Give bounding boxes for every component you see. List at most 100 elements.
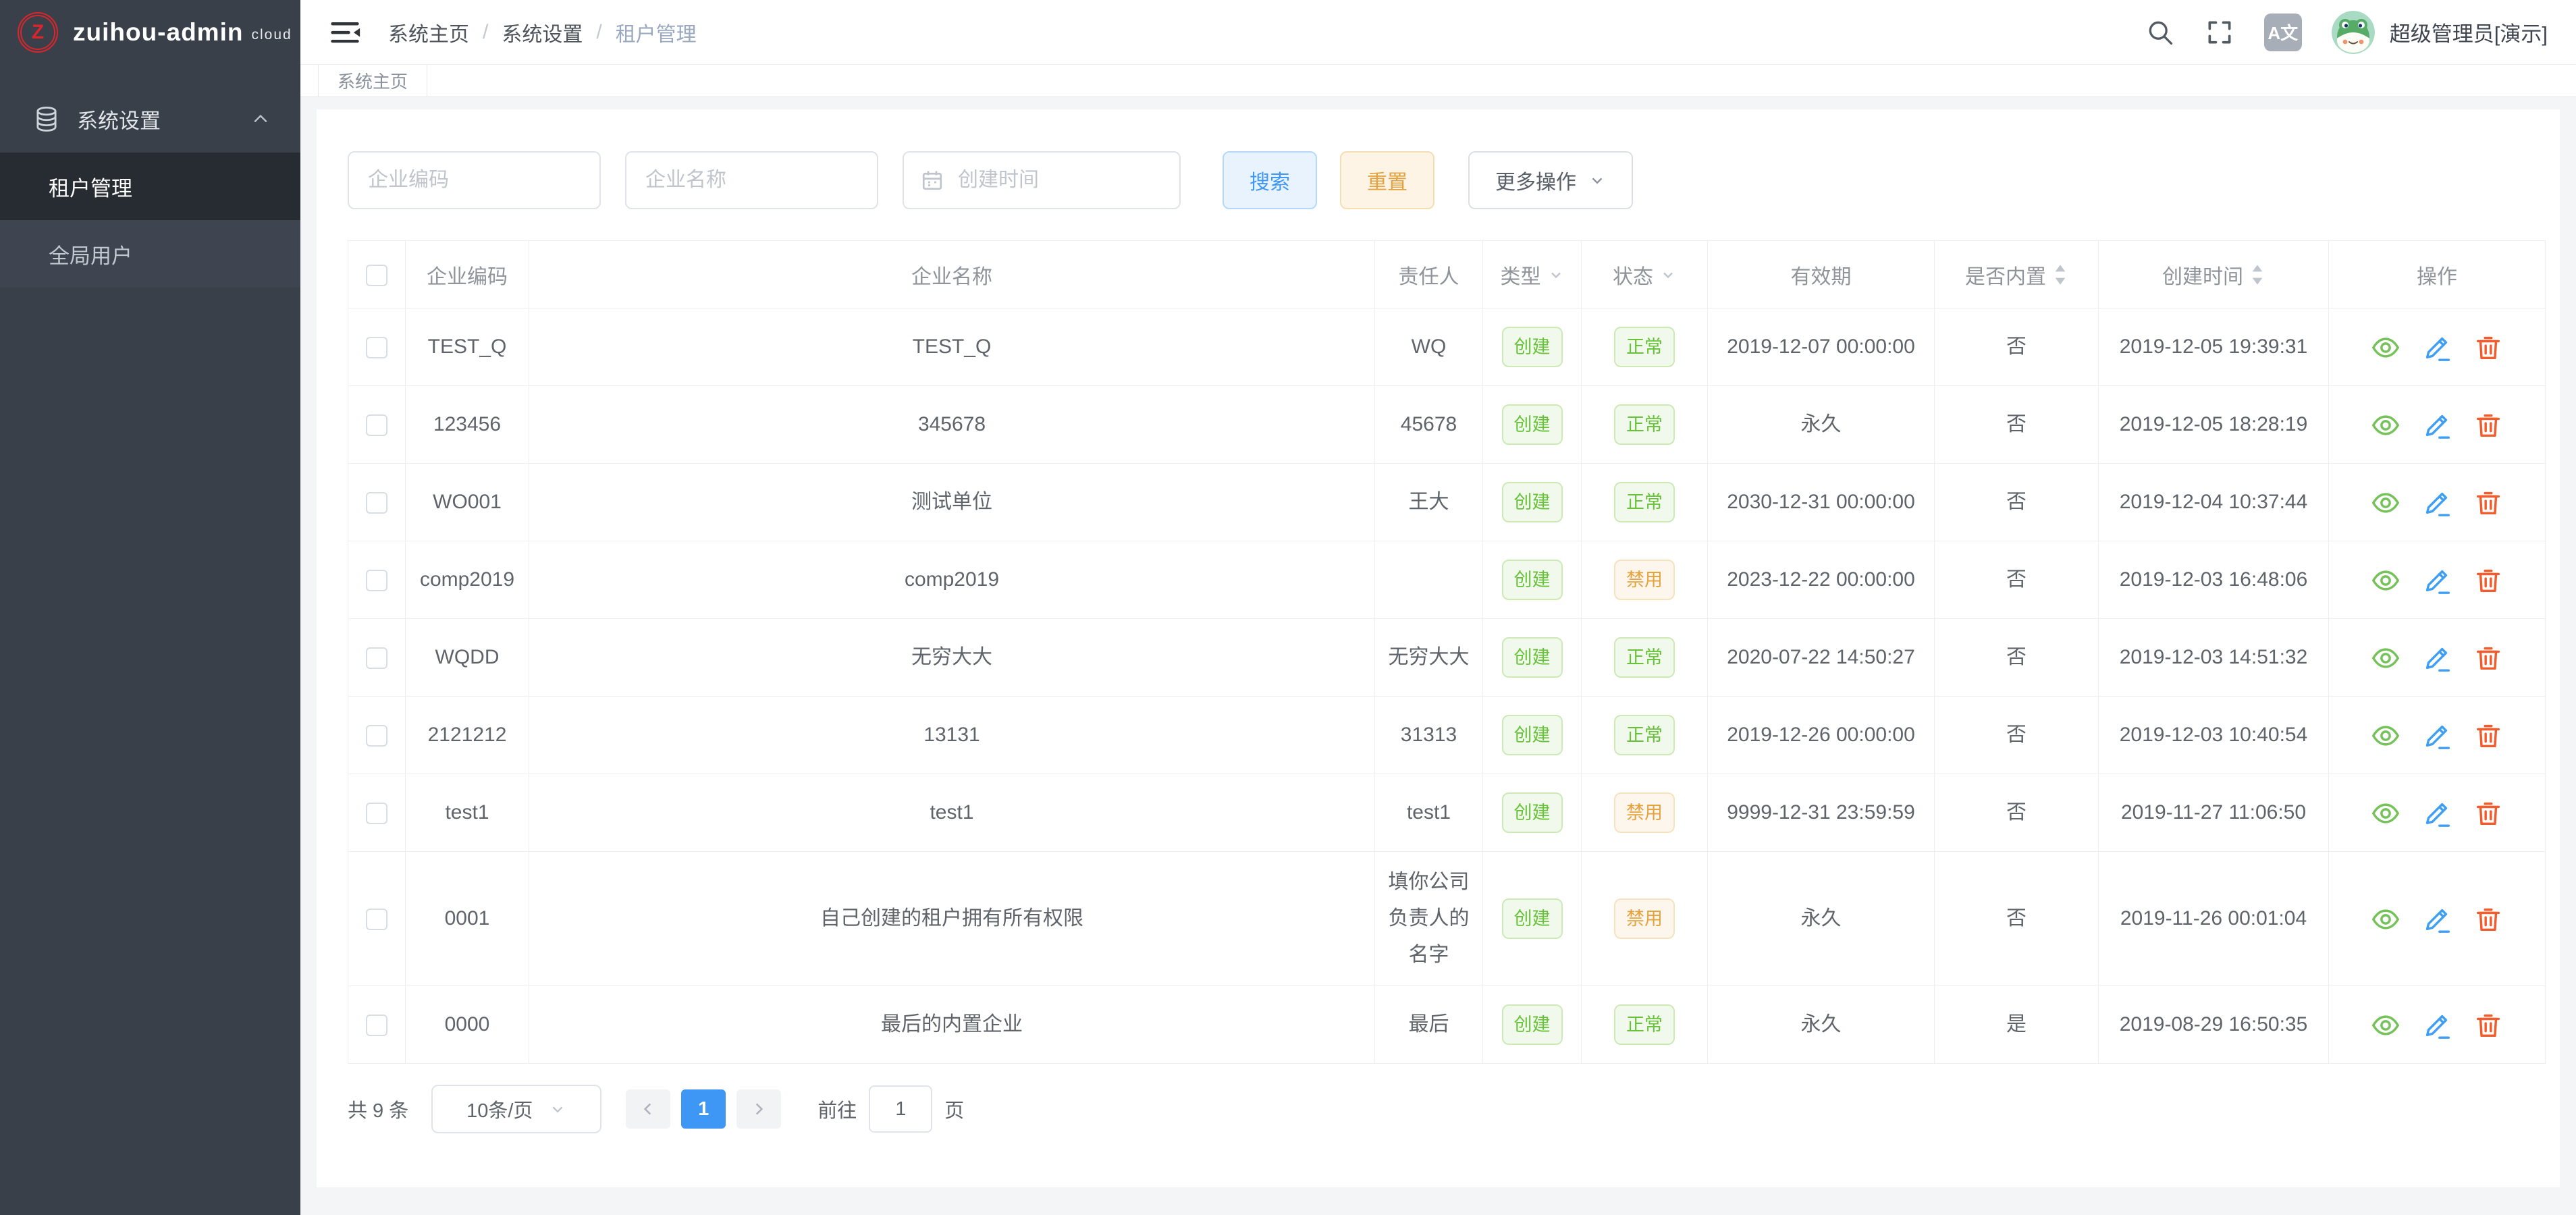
fullscreen-icon[interactable] — [2205, 18, 2234, 47]
cell-owner: 最后 — [1375, 986, 1483, 1064]
view-icon[interactable] — [2370, 487, 2401, 518]
prev-page-button[interactable] — [626, 1089, 670, 1129]
row-checkbox[interactable] — [366, 909, 387, 930]
goto-page-input[interactable] — [869, 1085, 932, 1133]
row-checkbox[interactable] — [366, 803, 387, 824]
page-number-active[interactable]: 1 — [681, 1089, 726, 1129]
reset-button[interactable]: 重置 — [1340, 151, 1434, 209]
delete-icon[interactable] — [2473, 904, 2504, 935]
sidebar-item-global-users[interactable]: 全局用户 — [0, 220, 300, 288]
cell-builtin: 否 — [1935, 697, 2099, 774]
col-select — [348, 241, 406, 308]
status-badge: 正常 — [1614, 637, 1675, 678]
cell-company-code: 2121212 — [406, 697, 529, 774]
view-icon[interactable] — [2370, 798, 2401, 829]
cell-status: 正常 — [1582, 464, 1708, 541]
cell-actions — [2329, 308, 2546, 386]
edit-icon[interactable] — [2421, 720, 2452, 751]
main-area: 系统主页 / 系统设置 / 租户管理 A文 — [300, 0, 2576, 1215]
cell-status: 正常 — [1582, 697, 1708, 774]
col-actions: 操作 — [2329, 241, 2546, 308]
tab-system-home[interactable]: 系统主页 — [318, 65, 427, 97]
row-checkbox[interactable] — [366, 337, 387, 358]
create-time-input[interactable] — [958, 169, 1147, 192]
edit-icon[interactable] — [2421, 643, 2452, 674]
edit-icon[interactable] — [2421, 565, 2452, 596]
status-badge: 正常 — [1614, 1004, 1675, 1045]
more-actions-button[interactable]: 更多操作 — [1468, 151, 1633, 209]
sort-icon[interactable] — [2250, 263, 2265, 286]
cell-type: 创建 — [1483, 986, 1582, 1064]
select-all-checkbox[interactable] — [366, 265, 387, 286]
table-row: comp2019comp2019创建禁用2023-12-22 00:00:00否… — [348, 541, 2546, 619]
status-badge: 正常 — [1614, 404, 1675, 445]
row-checkbox[interactable] — [366, 647, 387, 669]
col-type[interactable]: 类型 — [1483, 241, 1582, 308]
sidebar-item-tenant-management[interactable]: 租户管理 — [0, 153, 300, 220]
type-badge: 创建 — [1502, 1004, 1563, 1045]
app-title: zuihou-admin — [73, 18, 243, 47]
delete-icon[interactable] — [2473, 487, 2504, 518]
edit-icon[interactable] — [2421, 904, 2452, 935]
edit-icon[interactable] — [2421, 798, 2452, 829]
row-checkbox[interactable] — [366, 1015, 387, 1036]
row-select-cell — [348, 464, 406, 541]
view-icon[interactable] — [2370, 332, 2401, 363]
breadcrumb-home[interactable]: 系统主页 — [388, 18, 469, 47]
sort-icon[interactable] — [2053, 263, 2068, 286]
avatar[interactable] — [2332, 11, 2375, 54]
breadcrumb-settings[interactable]: 系统设置 — [502, 18, 583, 47]
filter-icon[interactable] — [1660, 267, 1676, 283]
view-icon[interactable] — [2370, 720, 2401, 751]
col-builtin[interactable]: 是否内置 — [1935, 241, 2099, 308]
status-badge: 正常 — [1614, 482, 1675, 522]
search-icon[interactable] — [2145, 18, 2175, 47]
row-checkbox[interactable] — [366, 414, 387, 436]
row-checkbox[interactable] — [366, 570, 387, 591]
delete-icon[interactable] — [2473, 720, 2504, 751]
topbar-actions: A文 超级管理员[演示] — [2116, 11, 2548, 54]
cell-company-name: 测试单位 — [529, 464, 1375, 541]
delete-icon[interactable] — [2473, 643, 2504, 674]
sidebar-menu: 系统设置 租户管理 全局用户 — [0, 85, 300, 288]
filter-icon[interactable] — [1548, 267, 1564, 283]
company-name-input[interactable] — [625, 151, 878, 209]
cell-actions — [2329, 464, 2546, 541]
view-icon[interactable] — [2370, 410, 2401, 441]
view-icon[interactable] — [2370, 1010, 2401, 1041]
sidebar-group-settings[interactable]: 系统设置 — [0, 85, 300, 153]
filter-bar: 搜索 重置 更多操作 — [348, 151, 2529, 209]
edit-icon[interactable] — [2421, 332, 2452, 363]
delete-icon[interactable] — [2473, 332, 2504, 363]
current-user-name[interactable]: 超级管理员[演示] — [2390, 17, 2548, 47]
cell-created: 2019-12-04 10:37:44 — [2099, 464, 2329, 541]
cell-owner: 45678 — [1375, 386, 1483, 464]
table-row: WO001测试单位王大创建正常2030-12-31 00:00:00否2019-… — [348, 464, 2546, 541]
cell-type: 创建 — [1483, 386, 1582, 464]
col-company-code: 企业编码 — [406, 241, 529, 308]
view-icon[interactable] — [2370, 643, 2401, 674]
col-created[interactable]: 创建时间 — [2099, 241, 2329, 308]
language-switch-icon[interactable]: A文 — [2264, 14, 2302, 51]
status-badge: 正常 — [1614, 327, 1675, 367]
search-button[interactable]: 搜索 — [1223, 151, 1317, 209]
chevron-up-icon — [250, 109, 271, 129]
row-checkbox[interactable] — [366, 492, 387, 514]
delete-icon[interactable] — [2473, 1010, 2504, 1041]
edit-icon[interactable] — [2421, 487, 2452, 518]
delete-icon[interactable] — [2473, 410, 2504, 441]
row-checkbox[interactable] — [366, 725, 387, 747]
create-time-picker[interactable] — [903, 151, 1181, 209]
next-page-button[interactable] — [736, 1089, 781, 1129]
edit-icon[interactable] — [2421, 1010, 2452, 1041]
view-icon[interactable] — [2370, 904, 2401, 935]
page-size-select[interactable]: 10条/页 — [431, 1085, 601, 1133]
view-icon[interactable] — [2370, 565, 2401, 596]
col-status[interactable]: 状态 — [1582, 241, 1708, 308]
delete-icon[interactable] — [2473, 798, 2504, 829]
company-code-input[interactable] — [348, 151, 601, 209]
delete-icon[interactable] — [2473, 565, 2504, 596]
cell-actions — [2329, 619, 2546, 697]
edit-icon[interactable] — [2421, 410, 2452, 441]
collapse-menu-icon[interactable] — [329, 18, 361, 47]
